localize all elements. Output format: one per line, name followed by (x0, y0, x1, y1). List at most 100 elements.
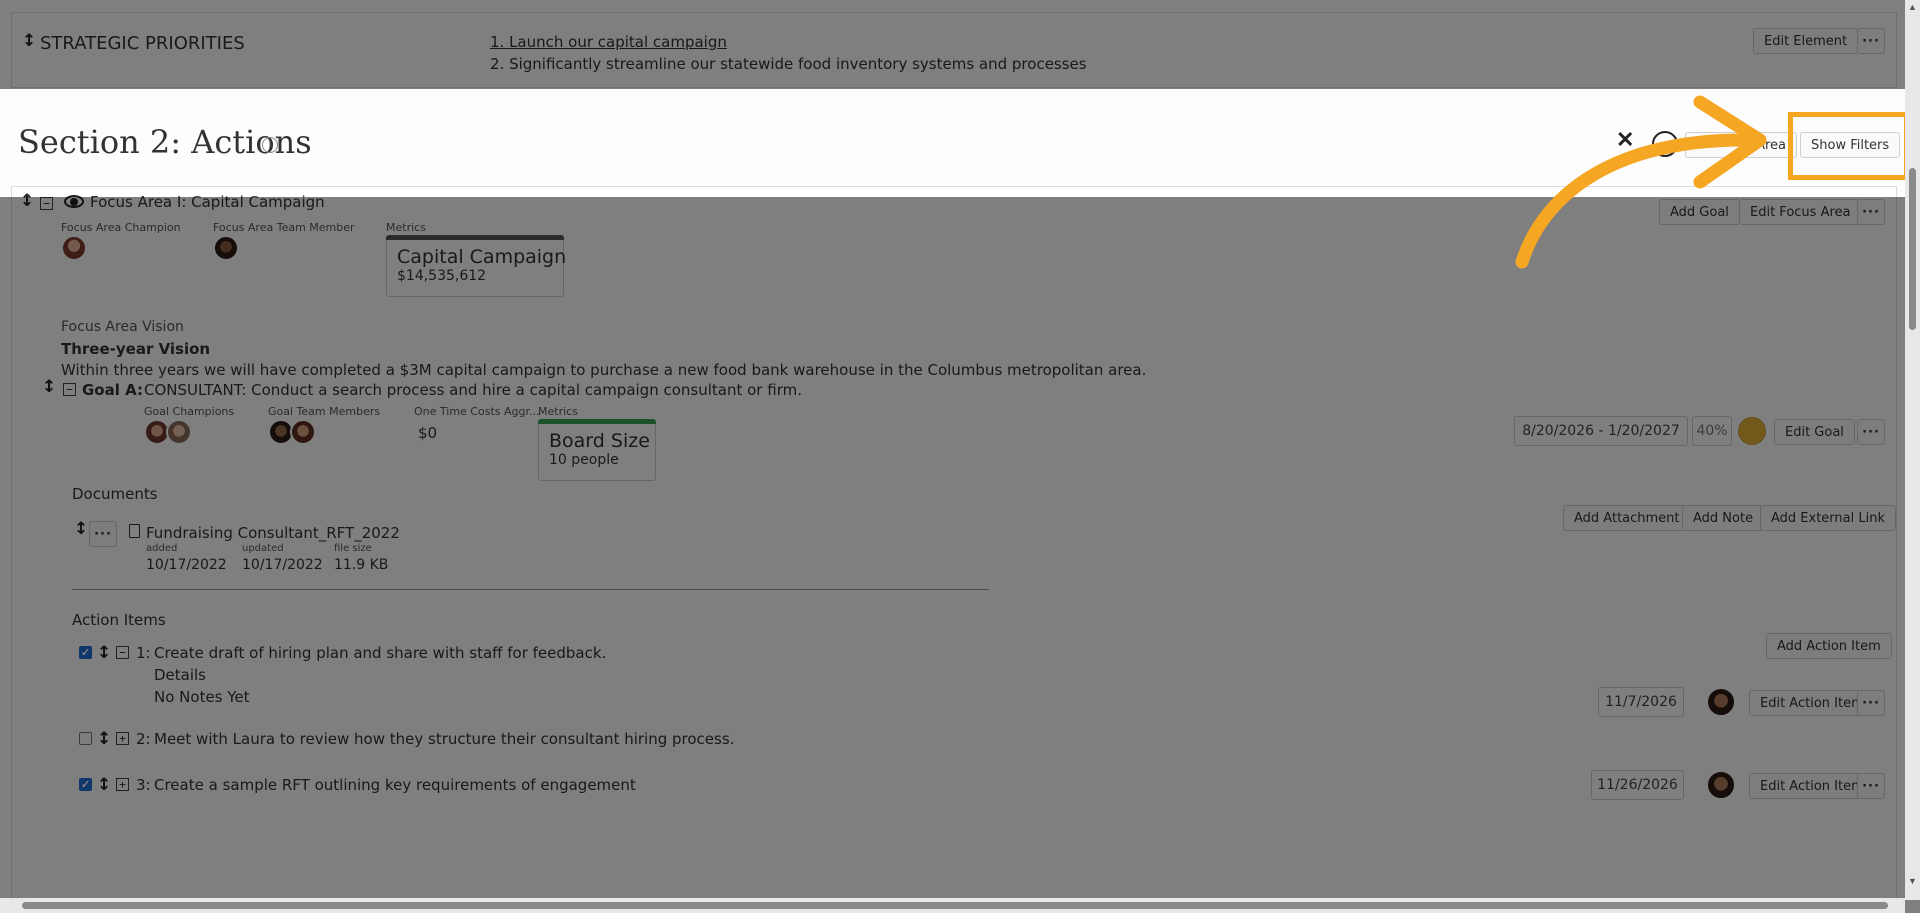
action-item-checkbox[interactable] (79, 732, 92, 745)
expand-icon[interactable]: + (116, 778, 129, 791)
more-options-button[interactable]: ··· (1857, 773, 1885, 799)
action-item-due-date[interactable]: 11/26/2026 (1591, 770, 1684, 800)
avatar[interactable] (61, 235, 87, 261)
avatar[interactable] (1706, 770, 1736, 800)
edit-goal-button[interactable]: Edit Goal (1774, 419, 1855, 445)
add-attachment-button[interactable]: Add Attachment (1563, 505, 1691, 531)
file-icon (129, 524, 140, 538)
add-note-button[interactable]: Add Note (1682, 505, 1765, 531)
focus-area-champion-label: Focus Area Champion (61, 221, 181, 234)
metrics-label: Metrics (386, 221, 426, 234)
drag-handle-icon[interactable]: ↕ (74, 519, 88, 539)
goal-prefix: Goal A: (82, 381, 143, 399)
goal-date-range[interactable]: 8/20/2026 - 1/20/2027 (1514, 416, 1688, 446)
circle-toggle-icon[interactable] (1652, 131, 1678, 157)
edit-action-item-button[interactable]: Edit Action Item (1749, 690, 1875, 716)
more-options-button[interactable]: ··· (1857, 690, 1885, 716)
document-added: 10/17/2022 (146, 557, 227, 573)
metric-title: Capital Campaign (397, 246, 567, 268)
action-item-checkbox[interactable] (79, 778, 92, 791)
focus-area-team-label: Focus Area Team Member (213, 221, 355, 234)
goal-metrics-label: Metrics (538, 405, 578, 418)
goal-percent[interactable]: 40% (1692, 416, 1732, 446)
avatar[interactable] (290, 419, 316, 445)
add-focus-area-label: Area (1756, 137, 1786, 153)
document-added-label: added (146, 543, 178, 554)
edit-element-button[interactable]: Edit Element (1753, 28, 1859, 54)
metric-card-capital-campaign[interactable]: Capital Campaign $14,535,612 (386, 235, 567, 297)
goal-title: CONSULTANT: Conduct a search process and… (144, 381, 802, 399)
action-item-number: 2: (136, 730, 151, 748)
action-item-number: 3: (136, 776, 151, 794)
action-item-number: 1: (136, 644, 151, 662)
metric-bar (386, 235, 564, 240)
one-time-costs-value: $0 (418, 424, 438, 442)
strategic-priority-link[interactable]: 1. Launch our capital campaign (490, 33, 727, 51)
drag-handle-icon[interactable]: ↕ (97, 729, 111, 749)
vision-text: Within three years we will have complete… (61, 361, 1147, 379)
document-name[interactable]: Fundraising Consultant_RFT_2022 (146, 524, 400, 542)
documents-heading: Documents (72, 485, 158, 503)
strategic-priorities-row: ↕ STRATEGIC PRIORITIES 1. Launch our cap… (11, 12, 1897, 88)
document-updated-label: updated (242, 543, 284, 554)
action-items-heading: Action Items (72, 611, 166, 629)
document-size-label: file size (334, 543, 372, 554)
action-item-notes: No Notes Yet (154, 688, 250, 706)
add-goal-button[interactable]: Add Goal (1659, 199, 1740, 225)
divider (72, 589, 989, 590)
horizontal-scrollbar-thumb[interactable] (22, 902, 1888, 909)
strategic-priorities-title: STRATEGIC PRIORITIES (40, 33, 245, 54)
avatar[interactable] (1706, 687, 1736, 717)
metric-bar (538, 419, 656, 424)
vertical-scrollbar[interactable]: ▲ ▼ (1905, 0, 1920, 900)
scroll-down-icon[interactable]: ▼ (1908, 876, 1917, 886)
action-item-due-date[interactable]: 11/7/2026 (1598, 687, 1684, 717)
action-item-text: Meet with Laura to review how they struc… (154, 730, 735, 748)
metric-card-board-size[interactable]: Board Size 10 people (538, 419, 656, 481)
drag-handle-icon[interactable]: ↕ (42, 377, 56, 397)
metric-value: 10 people (549, 452, 619, 468)
vertical-scrollbar-thumb[interactable] (1909, 168, 1916, 330)
drag-handle-icon[interactable]: ↕ (20, 191, 34, 211)
add-focus-area-button[interactable]: Area (1685, 132, 1797, 158)
edit-focus-area-button[interactable]: Edit Focus Area (1739, 199, 1862, 225)
horizontal-scrollbar[interactable] (0, 898, 1905, 913)
collapse-icon[interactable]: − (116, 646, 129, 659)
more-options-button[interactable]: ··· (1857, 28, 1885, 54)
drag-handle-icon[interactable]: ↕ (97, 775, 111, 795)
focus-area-title: Focus Area I: Capital Campaign (90, 193, 325, 211)
add-action-item-button[interactable]: Add Action Item (1766, 633, 1892, 659)
more-options-button[interactable]: ··· (1857, 419, 1885, 445)
document-size: 11.9 KB (334, 557, 389, 573)
action-item-details-label: Details (154, 666, 207, 684)
avatar[interactable] (166, 419, 192, 445)
add-external-link-button[interactable]: Add External Link (1760, 505, 1896, 531)
drag-handle-icon[interactable]: ↕ (22, 31, 36, 51)
document-updated: 10/17/2022 (242, 557, 323, 573)
goal-champions-label: Goal Champions (144, 405, 235, 418)
goal-status-indicator[interactable] (1738, 417, 1766, 445)
edit-action-item-button[interactable]: Edit Action Item (1749, 773, 1875, 799)
info-icon[interactable]: i (262, 137, 278, 153)
scroll-up-icon[interactable]: ▲ (1908, 2, 1917, 12)
action-item-text: Create a sample RFT outlining key requir… (154, 776, 636, 794)
document-options-button[interactable]: ··· (89, 521, 117, 547)
collapse-icon[interactable]: − (40, 197, 53, 210)
collapse-icon[interactable]: − (63, 383, 76, 396)
action-item-checkbox[interactable] (79, 646, 92, 659)
metric-title: Board Size (549, 430, 650, 452)
focus-area-vision-label: Focus Area Vision (61, 319, 184, 335)
vision-title: Three-year Vision (61, 340, 211, 358)
collapse-all-icon[interactable]: ✕ (1616, 127, 1634, 153)
goal-team-label: Goal Team Members (268, 405, 381, 418)
expand-icon[interactable]: + (116, 732, 129, 745)
eye-pupil-icon (70, 198, 78, 206)
avatar[interactable] (213, 235, 239, 261)
drag-handle-icon[interactable]: ↕ (97, 643, 111, 663)
show-filters-button[interactable]: Show Filters (1800, 132, 1901, 158)
section-header: Section 2: Actions i ✕ Area Show Filters (0, 89, 1920, 197)
strategic-priority-text: 2. Significantly streamline our statewid… (490, 55, 1087, 73)
metric-value: $14,535,612 (397, 268, 487, 284)
more-options-button[interactable]: ··· (1857, 199, 1885, 225)
action-item-text: Create draft of hiring plan and share wi… (154, 644, 607, 662)
